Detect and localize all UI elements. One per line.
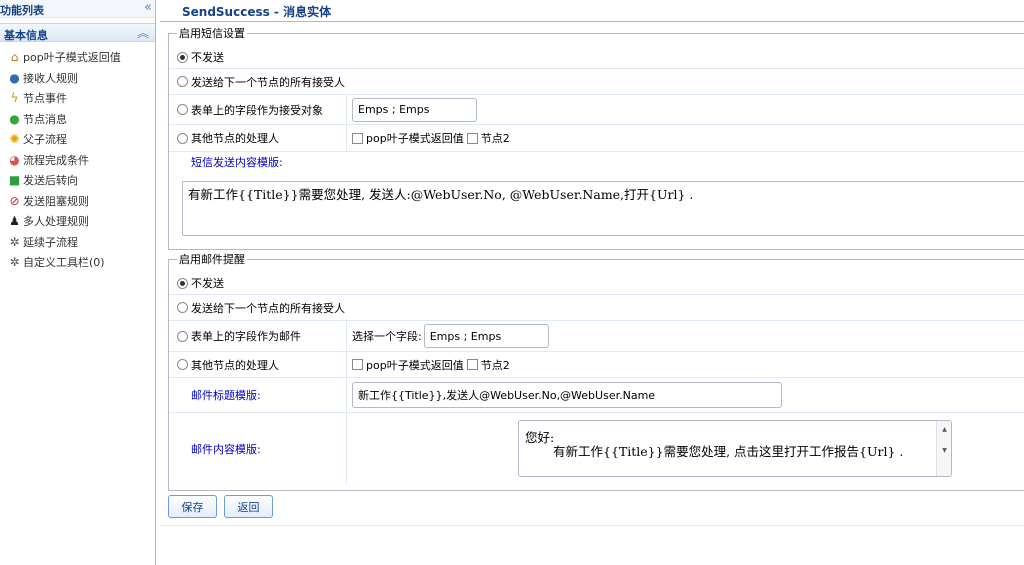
save-button[interactable]: 保存 — [168, 495, 217, 518]
user-icon: ● — [9, 70, 20, 85]
mail-checkbox-node2[interactable] — [466, 359, 478, 370]
mail-field-input[interactable]: Emps ; Emps — [423, 324, 549, 348]
sms-row-next: 发送给下一个节点的所有接受人 — [169, 68, 1024, 94]
sms-row-other: 其他节点的处理人 pop叶子模式返回值 节点2 — [169, 124, 1024, 151]
mail-radio-other-node[interactable] — [177, 359, 188, 370]
sidebar-item-label: 流程完成条件 — [23, 153, 89, 167]
double-chevron-up-icon[interactable]: ︽ — [137, 24, 149, 41]
sidebar-item-block-rule[interactable]: ⊘ 发送阻塞规则 — [0, 191, 155, 212]
sms-field-input[interactable]: Emps ; Emps — [352, 97, 477, 122]
sms-option-none-label: 不发送 — [191, 51, 224, 64]
mail-row-other: 其他节点的处理人 pop叶子模式返回值 节点2 — [169, 351, 1024, 377]
sidebar-item-label: 延续子流程 — [23, 235, 78, 249]
sidebar-item-label: pop叶子模式返回值 — [23, 51, 121, 65]
mail-body-line-2: 有新工作{{Title}}需要您处理, 点击这里打开工作报告{Url} . — [553, 444, 904, 459]
mail-row-field: 表单上的字段作为邮件 选择一个字段: Emps ; Emps — [169, 320, 1024, 351]
sms-checkbox-node2-label: 节点2 — [480, 132, 510, 145]
sms-option-field-label: 表单上的字段作为接受对象 — [191, 103, 323, 117]
sidebar-item-after-send[interactable]: ■ 发送后转向 — [0, 170, 155, 191]
mail-body-scrollbar[interactable]: ▲ ▼ — [936, 421, 951, 476]
double-chevron-left-icon[interactable]: « — [144, 0, 152, 15]
mail-option-next-label: 发送给下一个节点的所有接受人 — [191, 301, 345, 315]
sidebar-group-header[interactable]: 基本信息 ︽ — [0, 23, 155, 42]
group-icon: ♟ — [9, 214, 20, 229]
gear-icon: ✲ — [9, 234, 20, 249]
divider — [160, 525, 1024, 526]
sidebar-item-label: 发送后转向 — [23, 174, 78, 188]
main-panel: SendSuccess - 消息实体 启用短信设置 不发送 发送给下一个节点的所… — [160, 0, 1024, 565]
scroll-up-icon[interactable]: ▲ — [937, 423, 951, 437]
sms-option-other-label: 其他节点的处理人 — [191, 132, 279, 145]
sms-template-label: 短信发送内容模版: — [191, 155, 283, 169]
mail-option-other-label: 其他节点的处理人 — [191, 358, 279, 372]
mail-subject-input[interactable]: 新工作{{Title}},发送人@WebUser.No,@WebUser.Nam… — [352, 382, 782, 408]
mail-body-textarea[interactable]: 您好: 有新工作{{Title}}需要您处理, 点击这里打开工作报告{Url} … — [518, 420, 952, 477]
sms-checkbox-node2[interactable] — [466, 132, 478, 144]
sms-row-field: 表单上的字段作为接受对象 Emps ; Emps — [169, 94, 1024, 124]
mail-section-legend: 启用邮件提醒 — [179, 253, 245, 266]
mail-option-field-label: 表单上的字段作为邮件 — [191, 330, 301, 343]
lightning-icon: ϟ — [10, 91, 19, 106]
circle-icon: ◕ — [9, 152, 20, 167]
sidebar-header: 功能列表 « — [0, 0, 155, 18]
sidebar: 功能列表 « 基本信息 ︽ ⌂ pop叶子模式返回值 ● 接收人规则 ϟ 节点事件 ●… — [0, 0, 156, 565]
share-icon: ■ — [8, 173, 21, 188]
sidebar-item-node-message[interactable]: ● 节点消息 — [0, 109, 155, 130]
sidebar-item-label: 发送阻塞规则 — [23, 194, 89, 208]
mail-row-none: 不发送 — [169, 272, 1024, 294]
mail-row-next: 发送给下一个节点的所有接受人 — [169, 294, 1024, 320]
sms-option-next-label: 发送给下一个节点的所有接受人 — [191, 75, 345, 89]
mail-radio-form-field[interactable] — [177, 330, 188, 342]
mail-checkbox-pop[interactable] — [352, 359, 363, 370]
divider — [160, 21, 1024, 22]
page-title: SendSuccess - 消息实体 — [182, 5, 332, 19]
sidebar-item-complete-condition[interactable]: ◕ 流程完成条件 — [0, 150, 155, 171]
sms-radio-next-node[interactable] — [177, 76, 188, 87]
scroll-down-icon[interactable]: ▼ — [937, 444, 951, 458]
sms-row-template-label: 短信发送内容模版: — [169, 151, 1024, 171]
sidebar-item-label: 接收人规则 — [23, 71, 78, 85]
sidebar-item-pop[interactable]: ⌂ pop叶子模式返回值 — [0, 47, 155, 68]
sidebar-group-title: 基本信息 — [4, 29, 48, 42]
sms-checkbox-pop-label: pop叶子模式返回值 — [366, 132, 464, 145]
sms-radio-none[interactable] — [177, 51, 188, 63]
sidebar-item-label: 自定义工具栏(0) — [23, 256, 105, 270]
sidebar-item-multi-user-rule[interactable]: ♟ 多人处理规则 — [0, 211, 155, 232]
sidebar-item-custom-toolbar[interactable]: ✲ 自定义工具栏(0) — [0, 252, 155, 273]
gear-icon: ✺ — [9, 132, 20, 147]
sms-template-textarea[interactable]: 有新工作{{Title}}需要您处理, 发送人:@WebUser.No, @We… — [182, 181, 1024, 236]
sidebar-menu: ⌂ pop叶子模式返回值 ● 接收人规则 ϟ 节点事件 ● 节点消息 ✺ 父子流程 ◕ 流程… — [0, 47, 155, 273]
chat-icon: ● — [9, 111, 20, 126]
sidebar-item-label: 节点消息 — [23, 112, 67, 126]
sidebar-item-label: 多人处理规则 — [23, 215, 89, 229]
sidebar-item-label: 节点事件 — [23, 92, 67, 106]
sidebar-item-node-event[interactable]: ϟ 节点事件 — [0, 88, 155, 109]
mail-body-line-1: 您好: — [525, 430, 555, 445]
sidebar-item-label: 父子流程 — [23, 133, 67, 147]
mail-option-none-label: 不发送 — [191, 277, 224, 290]
mail-radio-none[interactable] — [177, 277, 188, 289]
sidebar-item-continue-subflow[interactable]: ✲ 延续子流程 — [0, 232, 155, 253]
sidebar-item-subflow[interactable]: ✺ 父子流程 — [0, 129, 155, 150]
gear-icon: ✲ — [9, 255, 20, 270]
mail-checkbox-node2-label: 节点2 — [480, 358, 510, 372]
sms-radio-other-node[interactable] — [177, 132, 188, 144]
sms-checkbox-pop[interactable] — [352, 132, 363, 144]
block-icon: ⊘ — [9, 193, 20, 208]
mail-body-label: 邮件内容模版: — [191, 442, 261, 456]
sms-radio-form-field[interactable] — [177, 104, 188, 115]
mail-row-subject: 邮件标题模版: 新工作{{Title}},发送人@WebUser.No,@Web… — [169, 377, 1024, 412]
mail-field-prompt: 选择一个字段: — [352, 330, 422, 343]
mail-radio-next-node[interactable] — [177, 302, 188, 313]
mail-subject-label: 邮件标题模版: — [191, 389, 261, 402]
mail-checkbox-pop-label: pop叶子模式返回值 — [366, 358, 464, 372]
home-icon: ⌂ — [10, 50, 19, 65]
back-button[interactable]: 返回 — [224, 495, 273, 518]
sidebar-item-receiver-rule[interactable]: ● 接收人规则 — [0, 68, 155, 89]
sidebar-title: 功能列表 — [0, 4, 44, 17]
sms-row-none: 不发送 — [169, 46, 1024, 68]
sms-section-legend: 启用短信设置 — [179, 27, 245, 40]
